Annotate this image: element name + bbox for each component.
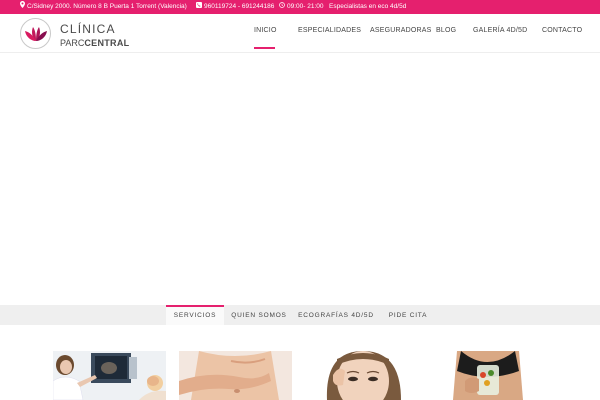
map-marker-icon [20,0,25,14]
nav-galeria[interactable]: GALERÍA 4D/5D [473,27,527,37]
nav-especialidades[interactable]: ESPECIALIDADES [298,27,361,37]
nav-aseguradoras[interactable]: ASEGURADORAS [370,27,432,37]
hours-text: 09:00- 21:00 [287,3,324,10]
fitness-photo[interactable] [431,351,544,400]
tagline-text: Especialistas en eco 4d/5d [329,3,407,10]
ultrasound-photo[interactable] [53,351,166,400]
nav-inicio[interactable]: INICIO [254,27,277,37]
logo-line2: PARCCENTRAL [60,38,129,48]
tab-quien-somos[interactable]: QUIEN SOMOS [226,305,292,325]
logo-line1: CLÍNICA [60,22,116,36]
nav-active-indicator [254,47,275,49]
phone-info: 960119724 - 691244186 [196,0,274,14]
clock-icon [279,0,285,14]
nav-blog[interactable]: BLOG [436,27,456,37]
phone-text[interactable]: 960119724 - 691244186 [204,0,274,14]
logo-line2-a: PARC [60,38,85,48]
logo-line2-b: CENTRAL [84,38,130,48]
site-logo[interactable]: CLÍNICA PARCCENTRAL [20,17,135,51]
face-photo[interactable] [305,351,418,400]
hero-slider-area [0,53,600,305]
belly-photo[interactable] [179,351,292,400]
tab-servicios[interactable]: SERVICIOS [166,305,224,325]
section-tabs: SERVICIOS QUIEN SOMOS ECOGRAFÍAS 4D/5D P… [0,305,600,325]
phone-icon [196,0,202,14]
tab-pide-cita[interactable]: PIDE CITA [381,305,435,325]
nav-contacto[interactable]: CONTACTO [542,27,582,37]
address-info: C/Sidney 2000. Número 8 B Puerta 1 Torre… [20,0,187,14]
address-text: C/Sidney 2000. Número 8 B Puerta 1 Torre… [27,3,187,10]
tagline-info: Especialistas en eco 4d/5d [329,0,406,14]
hours-info: 09:00- 21:00 [279,0,324,14]
tab-ecografias[interactable]: ECOGRAFÍAS 4D/5D [295,305,377,325]
top-info-bar: C/Sidney 2000. Número 8 B Puerta 1 Torre… [0,0,600,14]
lotus-icon [20,18,51,49]
